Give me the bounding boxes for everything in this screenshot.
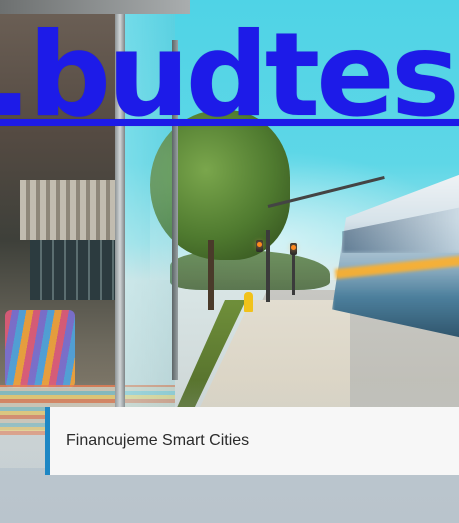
shop-windows [30, 240, 115, 300]
traffic-pole [266, 230, 270, 302]
fire-hydrant [244, 292, 253, 312]
colorful-bench [5, 310, 75, 388]
domain-link[interactable]: .budtesm [0, 18, 459, 134]
page: .budtesm Financujeme Smart Cities [0, 0, 459, 523]
caption-card[interactable]: Financujeme Smart Cities [45, 407, 459, 475]
traffic-pole [292, 250, 295, 295]
traffic-light-icon [256, 240, 263, 252]
shop-awning [20, 180, 120, 240]
caption-text: Financujeme Smart Cities [66, 432, 250, 449]
tree-trunk [208, 240, 214, 310]
traffic-light-icon [290, 243, 297, 255]
